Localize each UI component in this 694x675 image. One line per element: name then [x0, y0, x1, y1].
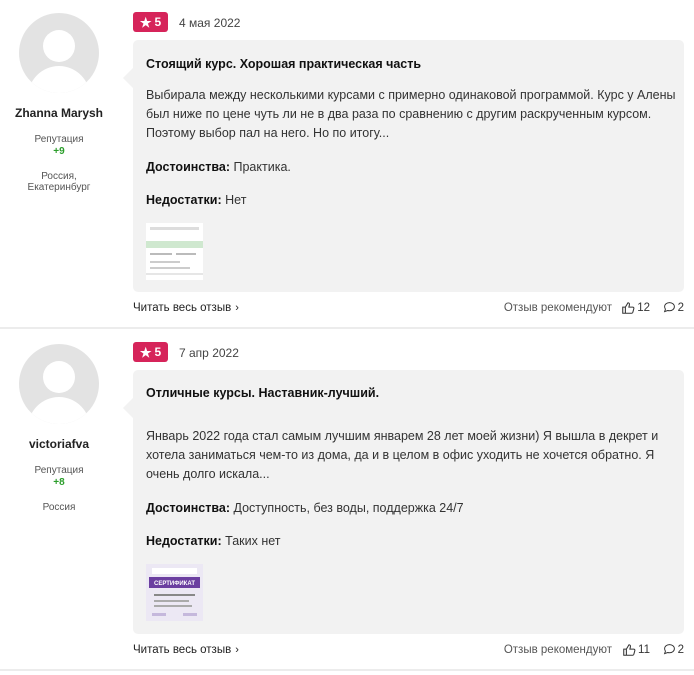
reputation-value: +8	[53, 477, 65, 488]
pros-text: Доступность, без воды, поддержка 24/7	[233, 501, 464, 515]
comments-button[interactable]: 2	[663, 643, 684, 656]
comments-button[interactable]: 2	[663, 301, 684, 314]
rating-value: 5	[154, 345, 162, 359]
chevron-right-icon: ›	[235, 302, 239, 314]
review-pros: Достоинства: Доступность, без воды, подд…	[146, 501, 464, 515]
reputation-value: +9	[53, 146, 65, 157]
like-count: 11	[638, 644, 650, 656]
pros-label: Достоинства:	[146, 501, 231, 515]
review-author-block: victoriafva Репутация +8 Россия	[0, 344, 118, 513]
read-more-label: Читать весь отзыв	[133, 302, 232, 314]
star-icon: ★	[139, 14, 152, 30]
cons-text: Нет	[225, 193, 247, 207]
review-cons: Недостатки: Нет	[146, 193, 246, 207]
comment-icon	[663, 644, 675, 655]
review-card: Zhanna Marysh Репутация +9 Россия, Екате…	[0, 0, 694, 329]
review-photo-thumbnail[interactable]	[146, 223, 203, 280]
review-card: victoriafva Репутация +8 Россия ★ 5 7 ап…	[0, 329, 694, 671]
cons-text: Таких нет	[225, 534, 281, 548]
certificate-label: СЕРТИФИКАТ	[154, 581, 195, 587]
avatar[interactable]	[19, 344, 99, 424]
chevron-right-icon: ›	[235, 644, 239, 656]
review-date: 4 мая 2022	[179, 16, 241, 30]
author-name[interactable]: Zhanna Marysh	[0, 106, 118, 120]
comment-count: 2	[677, 643, 684, 656]
review-date: 7 апр 2022	[179, 346, 239, 360]
read-full-review-link[interactable]: Читать весь отзыв ›	[133, 644, 239, 656]
review-photo-thumbnail[interactable]: СЕРТИФИКАТ	[146, 564, 203, 621]
read-full-review-link[interactable]: Читать весь отзыв ›	[133, 302, 239, 314]
like-button[interactable]: 11	[622, 643, 650, 657]
pros-text: Практика.	[233, 160, 291, 174]
review-author-block: Zhanna Marysh Репутация +9 Россия, Екате…	[0, 13, 118, 193]
comment-icon	[663, 302, 675, 313]
review-pros: Достоинства: Практика.	[146, 160, 291, 174]
thumbs-up-icon	[623, 644, 636, 656]
like-button[interactable]: 12	[621, 301, 650, 315]
reputation-label: Репутация	[34, 465, 84, 476]
rating-badge: ★ 5	[133, 12, 168, 32]
author-location: Россия	[42, 502, 76, 513]
thumbs-up-icon	[622, 302, 635, 314]
author-name[interactable]: victoriafva	[0, 437, 118, 451]
avatar[interactable]	[19, 13, 99, 93]
review-footer: Читать весь отзыв › Отзыв рекомендуют 11 …	[133, 642, 684, 660]
review-cons: Недостатки: Таких нет	[146, 534, 281, 548]
review-title[interactable]: Отличные курсы. Наставник-лучший.	[146, 386, 379, 400]
cons-label: Недостатки:	[146, 193, 222, 207]
rating-value: 5	[154, 15, 162, 29]
review-title[interactable]: Стоящий курс. Хорошая практическая часть	[146, 57, 421, 71]
like-count: 12	[637, 302, 650, 314]
review-bubble: Стоящий курс. Хорошая практическая часть…	[123, 40, 684, 292]
recommend-label: Отзыв рекомендуют	[503, 644, 612, 656]
comment-count: 2	[677, 301, 684, 314]
review-bubble: Отличные курсы. Наставник-лучший. Январь…	[123, 370, 684, 634]
review-text: Выбирала между несколькими курсами с при…	[146, 88, 676, 140]
rating-badge: ★ 5	[133, 342, 168, 362]
recommend-label: Отзыв рекомендуют	[503, 302, 612, 314]
review-text: Январь 2022 года стал самым лучшим январ…	[146, 429, 659, 481]
cons-label: Недостатки:	[146, 534, 222, 548]
author-location: Россия, Екатеринбург	[27, 171, 91, 193]
review-footer: Читать весь отзыв › Отзыв рекомендуют 12 …	[133, 300, 684, 318]
pros-label: Достоинства:	[146, 160, 231, 174]
reputation-label: Репутация	[34, 134, 84, 145]
read-more-label: Читать весь отзыв	[133, 644, 232, 656]
star-icon: ★	[139, 344, 152, 360]
